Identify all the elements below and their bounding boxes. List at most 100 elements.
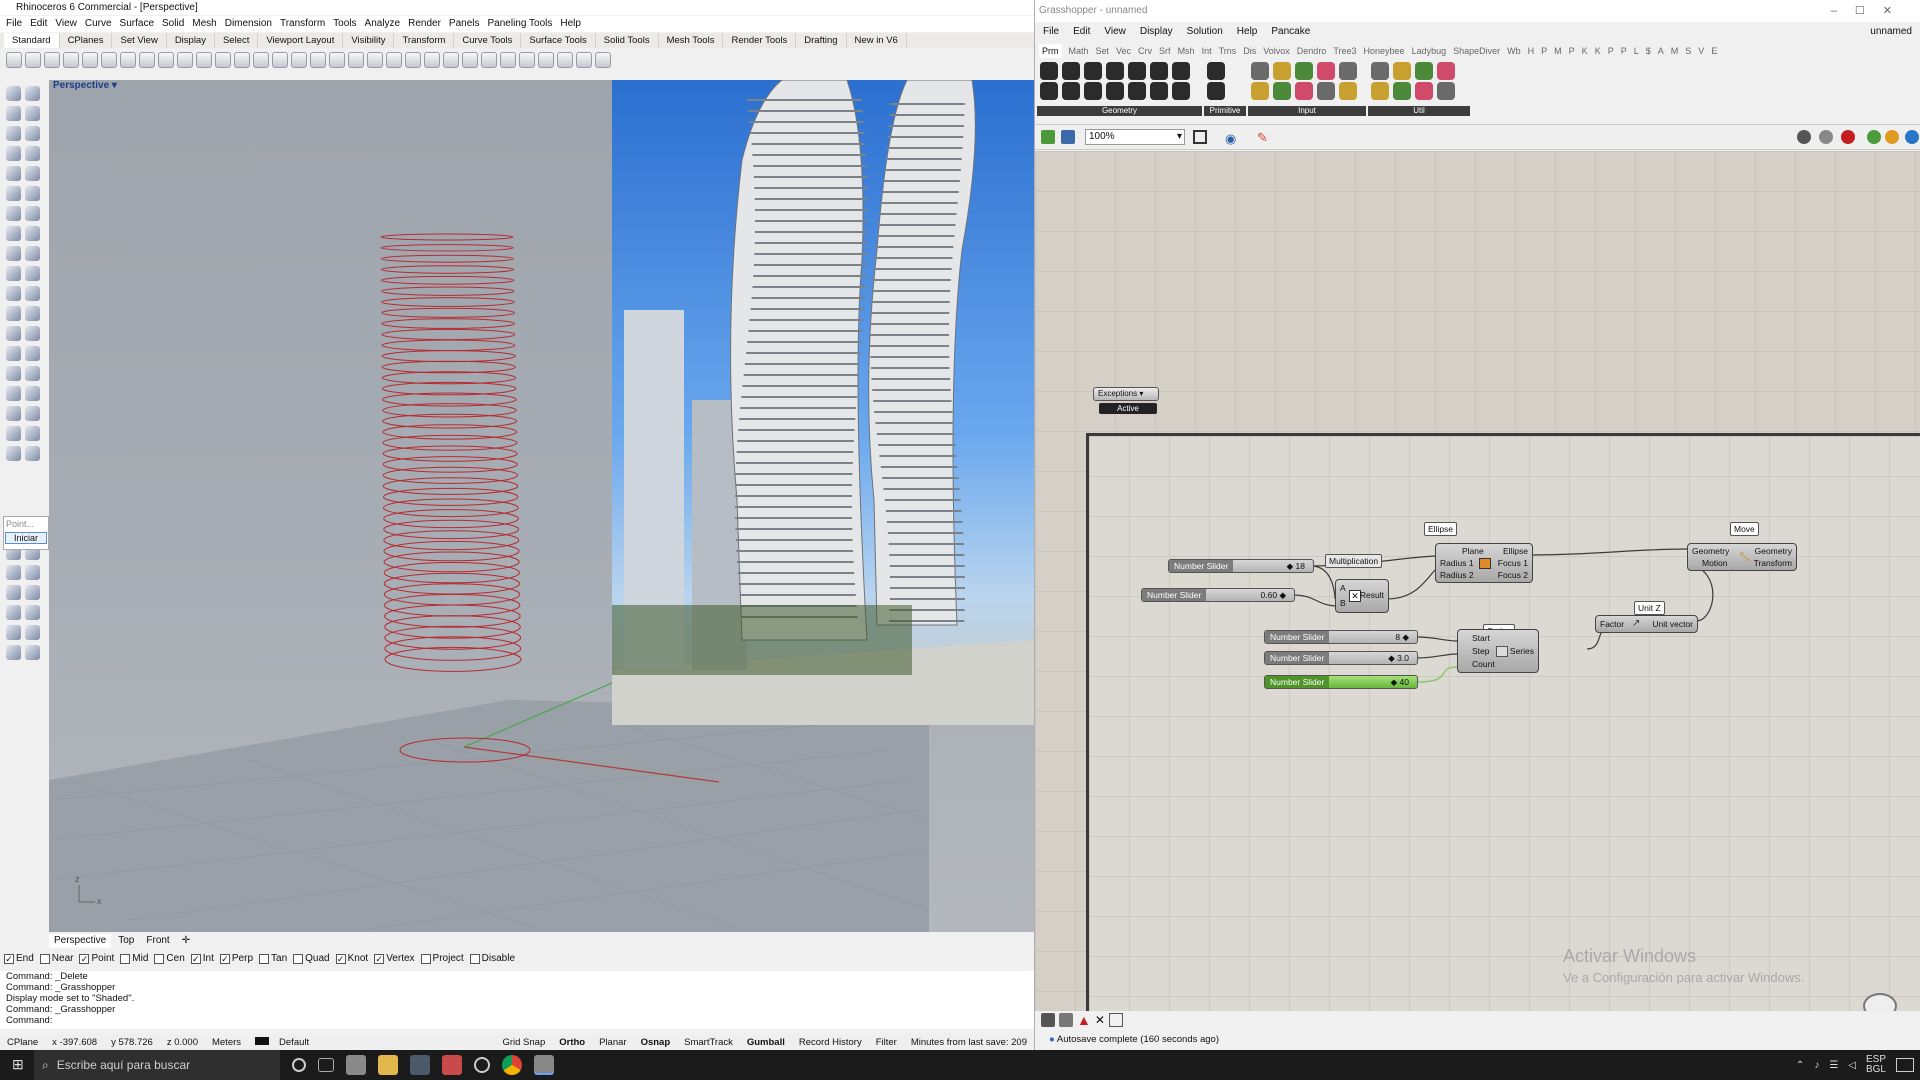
toolbar-tab[interactable]: Solid Tools: [596, 33, 659, 48]
sidebar-tool-icon[interactable]: [25, 585, 40, 600]
sidebar-tool-icon[interactable]: [6, 386, 21, 401]
tray-chevron-icon[interactable]: ⌃: [1796, 1060, 1804, 1071]
gh-tab[interactable]: L: [1634, 44, 1639, 58]
toolbar-icon[interactable]: [101, 52, 117, 68]
menu-item[interactable]: Panels: [449, 16, 480, 32]
sidebar-tool-icon[interactable]: [6, 426, 21, 441]
status-toggle[interactable]: Ortho: [552, 1035, 592, 1051]
helix-ring[interactable]: [381, 360, 516, 374]
osnap-cen[interactable]: Cen: [154, 950, 185, 968]
component-icon[interactable]: [1207, 62, 1225, 80]
grasshopper-app-icon[interactable]: [442, 1055, 462, 1075]
status-toggle[interactable]: Gumball: [740, 1035, 792, 1051]
popup-point[interactable]: Point...: [4, 517, 48, 531]
gh-tab[interactable]: ShapeDiver: [1453, 44, 1500, 58]
gh-tab[interactable]: Int: [1202, 44, 1212, 58]
sidebar-tool-icon[interactable]: [6, 446, 21, 461]
helix-ring[interactable]: [383, 487, 519, 506]
component-icon[interactable]: [1251, 62, 1269, 80]
toolbar-icon[interactable]: [348, 52, 364, 68]
sidebar-tool-icon[interactable]: [6, 206, 21, 221]
gh-tab[interactable]: Ladybug: [1412, 44, 1447, 58]
osnap-perp[interactable]: ✓ Perp: [219, 950, 253, 968]
component-icon[interactable]: [1393, 82, 1411, 100]
document-preview-icon[interactable]: [1905, 130, 1919, 144]
menu-item[interactable]: Dimension: [225, 16, 272, 32]
volume-icon[interactable]: ◁: [1848, 1060, 1856, 1071]
component-icon[interactable]: [1295, 62, 1313, 80]
toolbar-tab[interactable]: Display: [167, 33, 215, 48]
toolbar-tab[interactable]: Select: [215, 33, 259, 48]
ellipse-component[interactable]: Plane Radius 1 Radius 2 Ellipse Focus 1 …: [1435, 543, 1533, 583]
toolbar-icon[interactable]: [329, 52, 345, 68]
menu-item[interactable]: Curve: [85, 16, 112, 32]
helix-ring[interactable]: [384, 636, 522, 661]
component-icon[interactable]: [1437, 62, 1455, 80]
helix-ring[interactable]: [383, 540, 520, 562]
gh-tab[interactable]: V: [1698, 44, 1704, 58]
gh-tab[interactable]: P: [1608, 44, 1614, 58]
toolbar-icon[interactable]: [443, 52, 459, 68]
gh-tab[interactable]: Dis: [1243, 44, 1256, 58]
helix-ring[interactable]: [381, 318, 516, 329]
helix-ring[interactable]: [381, 297, 515, 307]
status-toggle[interactable]: Grid Snap: [495, 1035, 552, 1051]
zoom-select[interactable]: 100% ▾: [1085, 129, 1185, 145]
sidebar-tool-icon[interactable]: [6, 286, 21, 301]
zoom-extents-icon[interactable]: [1193, 130, 1207, 144]
component-icon[interactable]: [1295, 82, 1313, 100]
gh-tab[interactable]: Set: [1096, 44, 1110, 58]
gh-tab[interactable]: Math: [1069, 44, 1089, 58]
toolbar-icon[interactable]: [367, 52, 383, 68]
viewport-tab[interactable]: Front: [141, 934, 174, 948]
helix-ring[interactable]: [383, 498, 519, 518]
toolbar-tab[interactable]: New in V6: [847, 33, 907, 48]
osnap-checkbox[interactable]: ✓: [374, 954, 385, 964]
toolbar-icon[interactable]: [139, 52, 155, 68]
toolbar-icon[interactable]: [215, 52, 231, 68]
toolbar-tab[interactable]: Visibility: [343, 33, 395, 48]
sidebar-tool-icon[interactable]: [25, 206, 40, 221]
menu-item[interactable]: Transform: [280, 16, 325, 32]
sidebar-tool-icon[interactable]: [25, 426, 40, 441]
helix-ring[interactable]: [383, 551, 520, 573]
close-x-icon[interactable]: ✕: [1095, 1013, 1105, 1027]
toolbar-icon[interactable]: [481, 52, 497, 68]
helix-ring[interactable]: [380, 254, 514, 263]
gh-menu-item[interactable]: Help: [1237, 24, 1258, 40]
language-indicator[interactable]: ESP BGL: [1866, 1055, 1886, 1075]
component-icon[interactable]: [1084, 82, 1102, 100]
component-icon[interactable]: [1437, 82, 1455, 100]
slider-radius[interactable]: Number Slider ◆ 18: [1168, 559, 1314, 573]
toolbar-icon[interactable]: [234, 52, 250, 68]
menu-item[interactable]: File: [6, 16, 22, 32]
gh-tab[interactable]: Vec: [1116, 44, 1131, 58]
sidebar-tool-icon[interactable]: [25, 446, 40, 461]
sidebar-tool-icon[interactable]: [6, 585, 21, 600]
toolbar-tab[interactable]: CPlanes: [60, 33, 113, 48]
sidebar-tool-icon[interactable]: [25, 266, 40, 281]
component-icon[interactable]: [1207, 82, 1225, 100]
sidebar-tool-icon[interactable]: [25, 605, 40, 620]
chrome-icon[interactable]: [502, 1055, 522, 1075]
add-viewport-icon[interactable]: ✛: [177, 934, 195, 948]
osnap-quad[interactable]: Quad: [293, 950, 330, 968]
component-icon[interactable]: [1393, 62, 1411, 80]
gh-menu-item[interactable]: Edit: [1073, 24, 1090, 40]
network-icon[interactable]: ☰: [1829, 1060, 1838, 1071]
preview-mesh-icon[interactable]: [1867, 130, 1881, 144]
status-units[interactable]: Meters: [205, 1035, 248, 1051]
helix-ring[interactable]: [381, 328, 516, 341]
toolbar-icon[interactable]: [6, 52, 22, 68]
component-icon[interactable]: [1062, 82, 1080, 100]
menu-item[interactable]: Paneling Tools: [488, 16, 553, 32]
gh-tab[interactable]: P: [1569, 44, 1575, 58]
toolbar-tab[interactable]: Mesh Tools: [659, 33, 724, 48]
helix-ring[interactable]: [383, 530, 520, 551]
osnap-mid[interactable]: Mid: [120, 950, 148, 968]
toolbar-icon[interactable]: [177, 52, 193, 68]
toolbar-icon[interactable]: [291, 52, 307, 68]
osnap-disable[interactable]: Disable: [469, 950, 515, 968]
status-layer[interactable]: Default: [248, 1035, 323, 1051]
sidebar-tool-icon[interactable]: [25, 306, 40, 321]
